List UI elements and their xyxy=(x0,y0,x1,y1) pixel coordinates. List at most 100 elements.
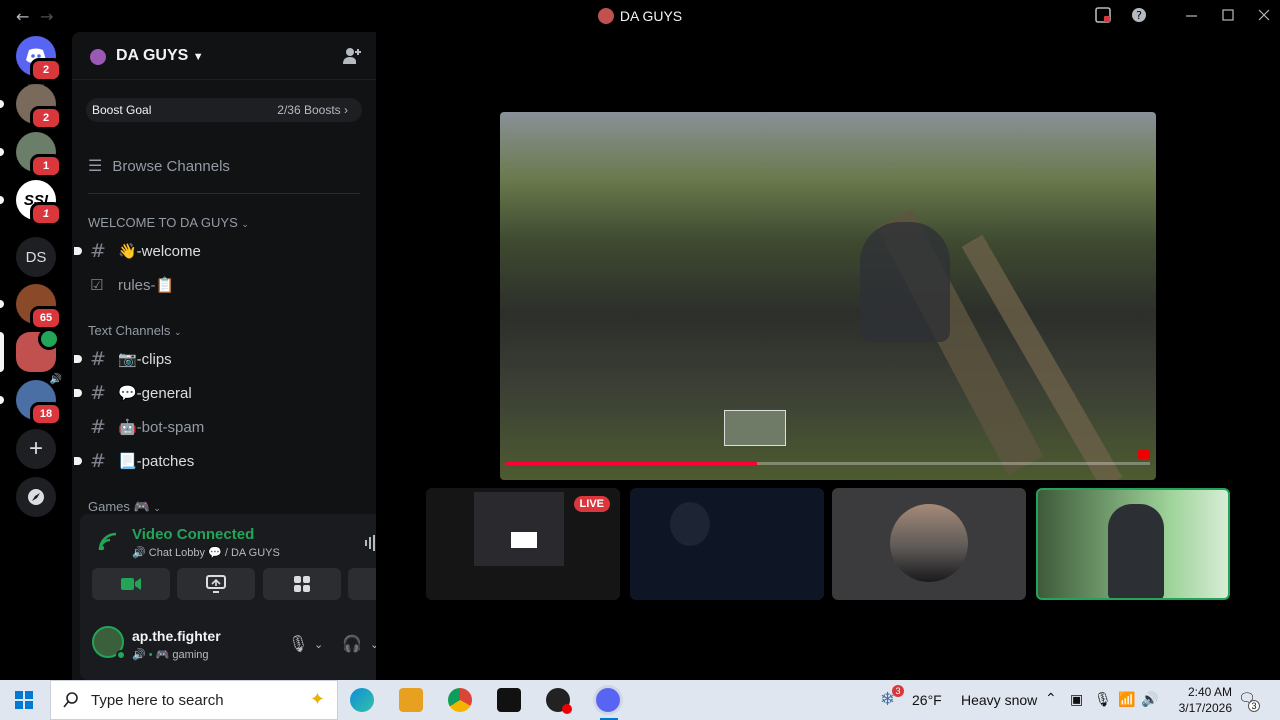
headphones-icon[interactable]: 🎧 xyxy=(342,634,362,654)
fl-studio-icon[interactable] xyxy=(399,688,423,712)
channel-name: 📷-clips xyxy=(118,351,172,368)
home-discord-icon[interactable]: 2 xyxy=(16,36,62,82)
channel-rules[interactable]: ☑ rules-📋 xyxy=(88,270,360,300)
camera-button[interactable] xyxy=(92,568,170,600)
video-progress-fill xyxy=(506,462,758,465)
maximize-icon[interactable] xyxy=(1222,7,1234,23)
channel-welcome[interactable]: # 👋-welcome xyxy=(74,236,360,266)
category-text-channels[interactable]: Text Channels ⌄ xyxy=(88,323,182,338)
close-icon[interactable] xyxy=(1258,7,1270,23)
recording-app-icon[interactable] xyxy=(546,688,572,714)
notification-count: 3 xyxy=(1248,700,1260,712)
inbox-icon[interactable] xyxy=(1095,7,1111,23)
server-gaming[interactable]: 65 xyxy=(16,284,62,330)
server-dm-avatar-1[interactable]: 2 xyxy=(16,84,62,130)
category-games[interactable]: Games 🎮 ⌄ xyxy=(88,499,161,515)
connection-signal-icon[interactable] xyxy=(98,532,118,552)
channel-clips[interactable]: # 📷-clips xyxy=(74,344,360,374)
discover-compass-icon[interactable] xyxy=(16,477,56,517)
activities-button[interactable] xyxy=(263,568,341,600)
discord-taskbar-icon[interactable] xyxy=(596,688,620,712)
server-ds-label: DS xyxy=(25,248,47,266)
username[interactable]: ap.the.fighter xyxy=(132,628,221,644)
divider xyxy=(88,193,360,194)
selected-pill xyxy=(0,332,4,372)
unread-dot xyxy=(74,457,82,465)
help-icon[interactable]: ? xyxy=(1131,7,1147,23)
participant-tile-avatar[interactable] xyxy=(832,488,1026,600)
category-welcome[interactable]: WELCOME TO DA GUYS ⌄ xyxy=(88,215,249,230)
browse-channels-label: Browse Channels xyxy=(112,157,230,175)
notification-center-icon[interactable]: 🗨 3 xyxy=(1238,690,1260,712)
volume-icon[interactable]: 🔊 xyxy=(1141,691,1158,708)
channel-patches[interactable]: # 📃-patches xyxy=(74,446,360,476)
channel-general[interactable]: # 💬-general xyxy=(74,378,360,408)
participant-person xyxy=(1108,504,1164,598)
participant-tile-speaking[interactable] xyxy=(1036,488,1230,600)
screen-share-button[interactable] xyxy=(177,568,255,600)
server-da-guys[interactable] xyxy=(16,328,60,372)
server-voice-active[interactable]: 🔊 18 xyxy=(16,374,62,426)
server-dm-avatar-2[interactable]: 1 xyxy=(16,132,62,178)
boost-count: 2/36 Boosts › xyxy=(277,103,348,117)
tray-chevron-up-icon[interactable]: ⌃ xyxy=(1045,690,1057,707)
edge-browser-icon[interactable] xyxy=(350,688,374,712)
unread-pill xyxy=(0,300,4,308)
text-channel-icon: # xyxy=(90,416,106,438)
capcut-icon[interactable] xyxy=(497,688,521,712)
clock-time: 2:40 AM xyxy=(1187,685,1232,699)
text-channel-icon: # xyxy=(90,450,106,472)
boost-goal-label: Boost Goal xyxy=(92,103,152,117)
window-title: DA GUYS xyxy=(0,8,1280,24)
weather-temperature[interactable]: 26°F xyxy=(912,692,942,708)
invite-people-icon[interactable] xyxy=(342,46,362,66)
boost-goal-bar[interactable]: Boost Goal 2/36 Boosts › xyxy=(86,98,362,122)
sparkle-icon: ✦ xyxy=(309,689,325,709)
video-scene xyxy=(860,222,950,342)
user-status: 🔊 • 🎮 gaming xyxy=(132,649,209,661)
wifi-icon[interactable]: 📶 xyxy=(1118,691,1135,708)
participant-tile-screenshare[interactable]: LIVE xyxy=(426,488,620,600)
browse-channels-button[interactable]: ☰ Browse Channels xyxy=(88,154,230,178)
channel-name: 👋-welcome xyxy=(118,243,201,260)
server-rail: 2 2 1 SSI 1 DS 65 🔊 18 + xyxy=(0,32,72,680)
channel-bot-spam[interactable]: # 🤖-bot-spam xyxy=(88,412,360,442)
home-unread-badge: 2 xyxy=(30,58,62,82)
voice-location[interactable]: 🔊 Chat Lobby 💬 / DA GUYS xyxy=(132,546,280,559)
chrome-browser-icon[interactable] xyxy=(448,688,472,712)
shared-screen-preview xyxy=(474,492,564,566)
guild-header[interactable]: DA GUYS ▼ xyxy=(72,32,376,80)
taskbar-search-box[interactable]: Type here to search ✦ xyxy=(50,680,338,720)
voice-status[interactable]: Video Connected xyxy=(132,526,254,543)
system-clock[interactable]: 2:40 AM 3/17/2026 xyxy=(1179,684,1232,716)
guild-icon xyxy=(90,49,106,65)
participant-tile-dark-camera[interactable] xyxy=(630,488,824,600)
unread-badge: 65 xyxy=(30,306,62,330)
video-progress-bar[interactable] xyxy=(506,462,1150,465)
chevron-down-icon: ▼ xyxy=(192,51,204,63)
server-ssi[interactable]: SSI 1 xyxy=(16,180,62,226)
weather-snow-icon[interactable]: ❄ 3 xyxy=(880,685,904,711)
clock-date: 3/17/2026 xyxy=(1178,701,1232,715)
add-server-icon[interactable]: + xyxy=(16,429,56,469)
tray-microphone-icon[interactable]: 🎙 xyxy=(1094,691,1112,708)
minimize-icon[interactable] xyxy=(1186,7,1198,23)
microphone-icon[interactable]: 🎙 xyxy=(288,634,308,654)
channel-sidebar: DA GUYS ▼ Boost Goal 2/36 Boosts › ☰ Bro… xyxy=(72,32,440,680)
unread-dot xyxy=(74,247,82,255)
window-title-text: DA GUYS xyxy=(619,8,683,24)
weather-description[interactable]: Heavy snow xyxy=(961,692,1037,708)
svg-text:?: ? xyxy=(1136,9,1142,22)
search-placeholder: Type here to search xyxy=(91,691,224,709)
video-stage: LIVE xyxy=(376,32,1280,680)
title-bar: ← → DA GUYS ? xyxy=(0,0,1280,32)
unread-pill xyxy=(0,196,4,204)
server-ds[interactable]: DS xyxy=(16,237,56,277)
tray-app-icon[interactable]: ▣ xyxy=(1070,691,1083,708)
focused-stream-video[interactable] xyxy=(500,112,1156,480)
guild-name[interactable]: DA GUYS ▼ xyxy=(116,47,204,65)
participant-silhouette xyxy=(670,502,710,546)
chevron-down-icon[interactable]: ⌄ xyxy=(314,638,323,651)
windows-start-icon[interactable] xyxy=(15,691,33,709)
search-icon xyxy=(63,692,78,708)
